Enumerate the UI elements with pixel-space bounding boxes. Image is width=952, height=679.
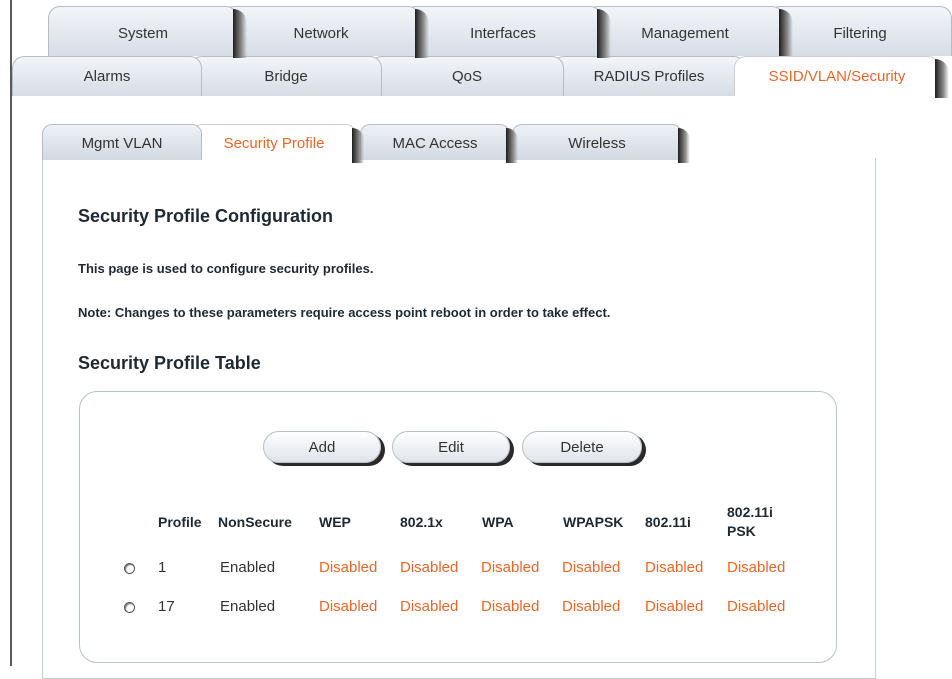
80211i-cell: Disabled	[645, 559, 704, 576]
column-header-80211i-psk: 802.11i PSK	[727, 504, 773, 539]
80211i-cell: Disabled	[645, 598, 704, 615]
nonsecure-cell: Enabled	[220, 559, 276, 576]
80211i-psk-cell: Disabled	[727, 559, 786, 576]
tab-label: Mgmt VLAN	[81, 135, 163, 152]
wpapsk-cell: Disabled	[562, 598, 621, 615]
tab-label: Filtering	[833, 25, 887, 42]
tab-label: Alarms	[83, 68, 131, 85]
wep-cell: Disabled	[319, 598, 378, 615]
tab-system[interactable]: System	[48, 6, 247, 58]
column-header-profile: Profile	[158, 514, 202, 530]
tab-shadow	[935, 59, 949, 98]
tab-shadow	[678, 128, 690, 163]
main-nav-tabs: System Network Interfaces Management Fil…	[12, 6, 952, 58]
delete-button[interactable]: Delete	[522, 431, 642, 463]
tab-interfaces[interactable]: Interfaces	[404, 6, 611, 58]
tab-label: QoS	[451, 68, 482, 85]
tab-label: Wireless	[568, 135, 626, 152]
nonsecure-cell: Enabled	[220, 598, 276, 615]
80211i-psk-cell: Disabled	[727, 598, 786, 615]
profile-cell: 17	[158, 598, 175, 615]
column-header-nonsecure: NonSecure	[218, 514, 292, 530]
tab-label: Management	[641, 25, 729, 42]
8021x-cell: Disabled	[400, 559, 459, 576]
tab-shadow	[415, 9, 429, 58]
8021x-cell: Disabled	[400, 598, 459, 615]
tab-shadow	[779, 9, 793, 58]
tab-mac-access[interactable]: MAC Access	[360, 124, 518, 163]
tab-security-profile[interactable]: Security Profile	[192, 124, 364, 163]
profile-radio[interactable]	[124, 602, 135, 613]
tab-management[interactable]: Management	[586, 6, 793, 58]
tab-bridge[interactable]: Bridge	[190, 56, 382, 96]
tab-shadow	[233, 9, 247, 58]
wpa-cell: Disabled	[481, 598, 540, 615]
page-title: Security Profile Configuration	[78, 206, 334, 226]
tab-label: System	[117, 25, 168, 42]
window-frame	[10, 0, 12, 666]
tab-shadow	[597, 9, 611, 58]
sub-nav-tabs: Alarms Bridge QoS RADIUS Profiles SSID/V…	[12, 56, 952, 98]
tab-network[interactable]: Network	[222, 6, 429, 58]
tab-mgmt-vlan[interactable]: Mgmt VLAN	[42, 124, 202, 160]
tab-qos[interactable]: QoS	[370, 56, 564, 96]
wpa-cell: Disabled	[481, 559, 540, 576]
wep-cell: Disabled	[319, 559, 378, 576]
tab-label: MAC Access	[392, 135, 478, 152]
table-title: Security Profile Table	[78, 353, 261, 373]
column-header-wpa: WPA	[482, 514, 514, 530]
tab-alarms[interactable]: Alarms	[12, 56, 202, 96]
tab-shadow	[506, 128, 518, 163]
section-tabs: Mgmt VLAN Security Profile MAC Access Wi…	[42, 124, 702, 163]
column-header-80211i: 802.11i	[645, 514, 691, 530]
tab-label: Bridge	[264, 68, 308, 85]
tab-label: Network	[293, 25, 349, 42]
tab-shadow	[352, 128, 364, 163]
column-header-wpapsk: WPAPSK	[563, 514, 624, 530]
column-header-wep: WEP	[319, 514, 351, 530]
profile-radio[interactable]	[124, 563, 135, 574]
tab-filtering[interactable]: Filtering	[768, 6, 952, 56]
add-button[interactable]: Add	[263, 431, 381, 463]
tab-label: Security Profile	[223, 135, 325, 152]
tab-radius-profiles[interactable]: RADIUS Profiles	[552, 56, 746, 96]
tab-label: Interfaces	[470, 25, 536, 42]
profile-cell: 1	[158, 559, 167, 576]
wpapsk-cell: Disabled	[562, 559, 621, 576]
tab-label: RADIUS Profiles	[593, 68, 705, 85]
tab-ssid-vlan-security[interactable]: SSID/VLAN/Security	[734, 56, 949, 98]
tab-wireless[interactable]: Wireless	[512, 124, 690, 163]
column-header-8021x: 802.1x	[400, 514, 443, 530]
page-description: This page is used to configure security …	[78, 261, 374, 276]
tab-label: SSID/VLAN/Security	[768, 68, 906, 85]
page-note: Note: Changes to these parameters requir…	[78, 305, 611, 320]
edit-button[interactable]: Edit	[392, 431, 510, 463]
